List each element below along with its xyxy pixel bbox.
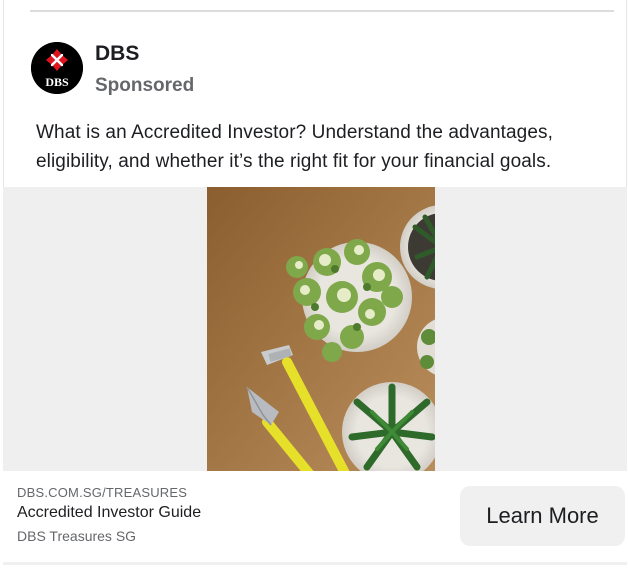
link-subtitle: DBS Treasures SG xyxy=(17,528,137,544)
potted-plants-image xyxy=(207,187,435,471)
learn-more-button[interactable]: Learn More xyxy=(460,486,625,546)
dbs-logo-icon: DBS xyxy=(31,42,83,94)
link-title[interactable]: Accredited Investor Guide xyxy=(17,504,201,522)
card-bottom-edge xyxy=(3,562,627,565)
svg-text:DBS: DBS xyxy=(45,75,69,89)
advertiser-name[interactable]: DBS xyxy=(95,42,395,66)
link-footer[interactable]: DBS.COM.SG/TREASURES Accredited Investor… xyxy=(3,471,627,562)
sponsored-label: Sponsored xyxy=(95,75,195,96)
top-divider xyxy=(30,10,614,12)
link-domain: DBS.COM.SG/TREASURES xyxy=(17,485,188,500)
post-caption: What is an Accredited Investor? Understa… xyxy=(36,122,553,172)
ad-media[interactable] xyxy=(3,187,627,471)
advertiser-avatar[interactable]: DBS xyxy=(31,42,83,94)
advertiser-info: DBS Sponsored xyxy=(95,42,395,97)
